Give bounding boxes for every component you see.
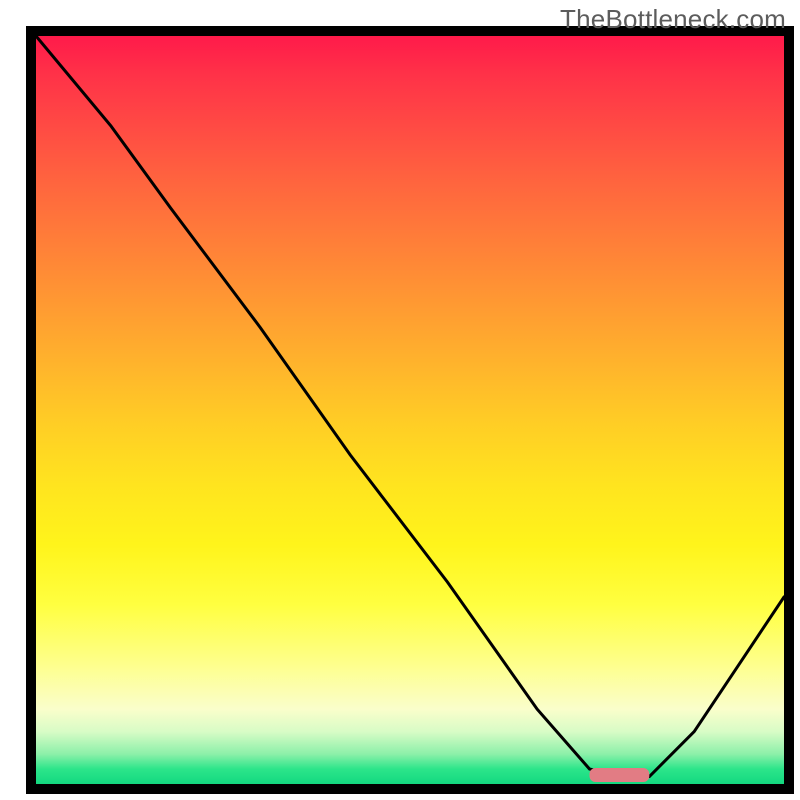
chart-container: TheBottleneck.com — [0, 0, 800, 800]
watermark-text: TheBottleneck.com — [560, 4, 786, 35]
plot-area — [26, 26, 794, 794]
gradient-background — [36, 36, 784, 784]
